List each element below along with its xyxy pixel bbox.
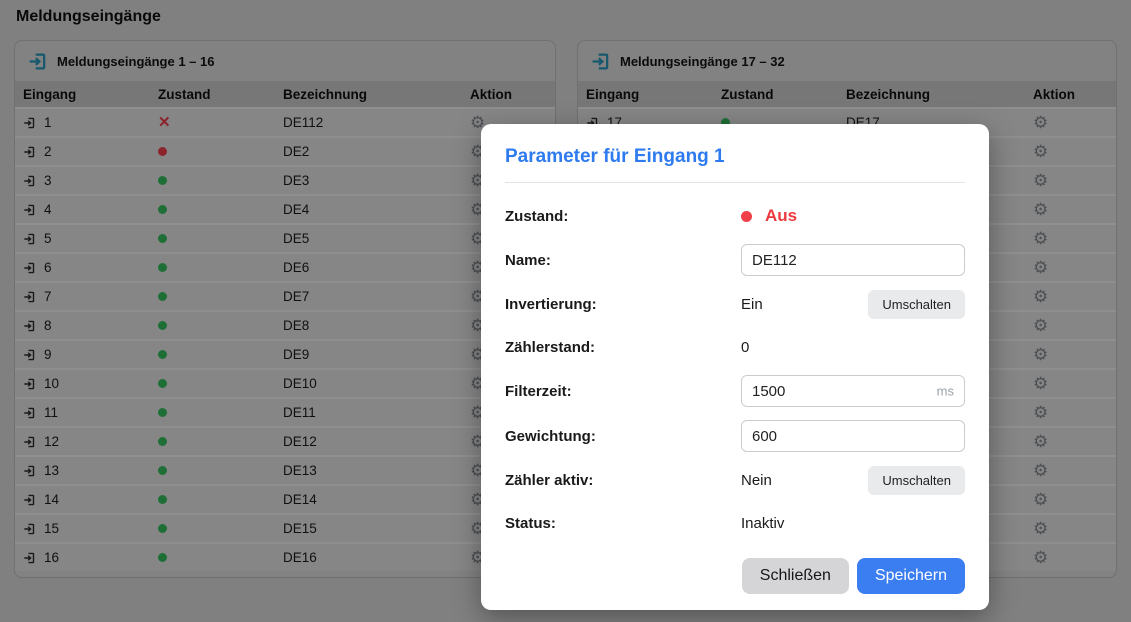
zustand-label: Zustand:: [505, 208, 741, 225]
gewichtung-label: Gewichtung:: [505, 428, 741, 445]
zaehlerstand-value: 0: [741, 339, 749, 356]
modal-footer: Schließen Speichern: [505, 558, 965, 594]
field-zustand: Zustand: Aus: [505, 201, 965, 231]
parameter-modal: Parameter für Eingang 1 Zustand: Aus Nam…: [481, 124, 989, 610]
field-invertierung: Invertierung: Ein Umschalten: [505, 289, 965, 319]
field-zaehler-aktiv: Zähler aktiv: Nein Umschalten: [505, 465, 965, 495]
divider: [505, 182, 965, 183]
invertierung-value: Ein: [741, 296, 763, 313]
gewichtung-input[interactable]: [741, 420, 965, 452]
name-input[interactable]: [741, 244, 965, 276]
zaehler-aktiv-toggle-button[interactable]: Umschalten: [868, 466, 965, 495]
state-off-icon: [741, 211, 752, 222]
zustand-value: Aus: [765, 206, 797, 226]
status-label: Status:: [505, 515, 741, 532]
close-button[interactable]: Schließen: [742, 558, 849, 594]
save-button[interactable]: Speichern: [857, 558, 965, 594]
zaehler-aktiv-value: Nein: [741, 472, 772, 489]
field-name: Name:: [505, 244, 965, 276]
modal-title: Parameter für Eingang 1: [505, 146, 965, 168]
zaehlerstand-label: Zählerstand:: [505, 339, 741, 356]
filterzeit-input[interactable]: [741, 375, 965, 407]
status-value: Inaktiv: [741, 515, 784, 532]
invertierung-toggle-button[interactable]: Umschalten: [868, 290, 965, 319]
zaehler-aktiv-label: Zähler aktiv:: [505, 472, 741, 489]
invertierung-label: Invertierung:: [505, 296, 741, 313]
field-status: Status: Inaktiv: [505, 508, 965, 538]
field-zaehlerstand: Zählerstand: 0: [505, 332, 965, 362]
field-filterzeit: Filterzeit: ms: [505, 375, 965, 407]
name-label: Name:: [505, 252, 741, 269]
filterzeit-label: Filterzeit:: [505, 383, 741, 400]
field-gewichtung: Gewichtung:: [505, 420, 965, 452]
